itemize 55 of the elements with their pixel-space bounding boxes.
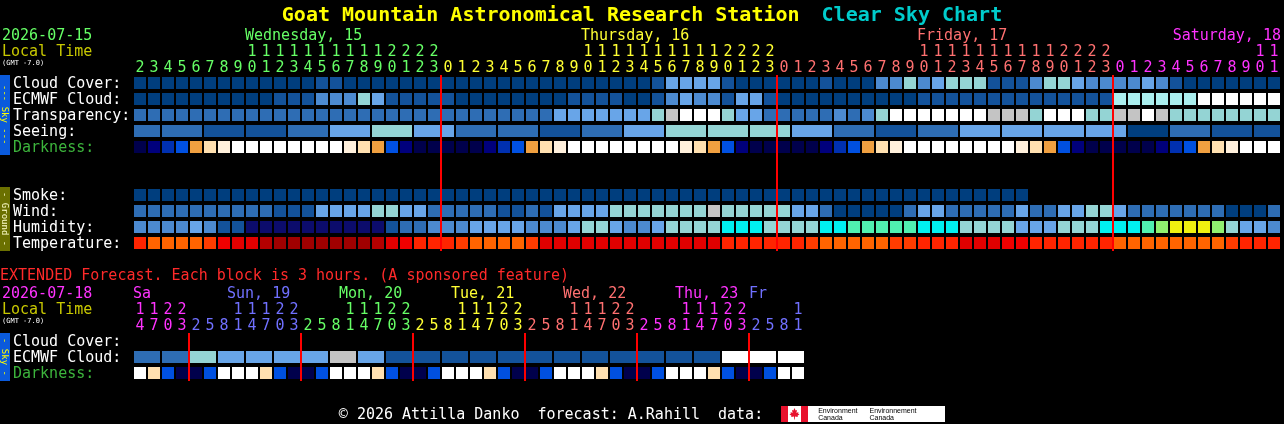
row-label: Transparency:: [13, 107, 132, 123]
hour-digits: 1 1: [1255, 43, 1277, 59]
hour-digits: 1 1 1 2 2: [345, 301, 409, 317]
chart-title: Clear Sky Chart: [821, 2, 1003, 26]
date-label: 2026-07-15: [2, 28, 93, 43]
day-label: Tue, 21: [451, 286, 515, 301]
extended-note: EXTENDED Forecast. Each block is 3 hours. (A sponsored feature): [0, 268, 569, 283]
hour-digits: 4 7 0 3: [135, 317, 185, 333]
hour-digits: 1 1 1 1 1 1 1 1 1 1 2 2 2 2: [583, 43, 773, 59]
row-label: Cloud Cover:: [13, 75, 123, 91]
credit-text: forecast: A.Rahill: [537, 406, 700, 422]
hour-digits: 0 1 2 3 4 5 6 7 8 9 0 1 2 3 4 5 6 7 8 9 0 1 2 3: [443, 59, 773, 75]
hour-digits: 2 3 4 5 6 7 8 9 0 1 2 3 4 5 6 7 8 9 0 1 2 3: [135, 59, 437, 75]
credit-text: data:: [718, 406, 764, 422]
row-label: Humidity:: [13, 219, 95, 235]
day-label: Fr: [749, 286, 768, 301]
hour-digits: 2 5 8 1 4 7 0 3: [191, 317, 297, 333]
day-label: Mon, 20: [339, 286, 403, 301]
day-label: Wed, 22: [563, 286, 627, 301]
hour-digits: 1 1 1 1 1 1 1 1 1 1 2 2 2 2: [919, 43, 1109, 59]
row-label: Seeing:: [13, 123, 77, 139]
hour-digits: 2 5 8 1 4 7 0 3: [303, 317, 409, 333]
hour-digits: 2 5 8 1 4 7 0 3: [639, 317, 745, 333]
row-label: Temperature:: [13, 235, 123, 251]
hour-digits: 2 5 8 1: [751, 317, 801, 333]
row-label: ECMWF Cloud:: [13, 349, 123, 365]
hour-digits: 1 1 1 2 2: [681, 301, 745, 317]
hour-digits: 0 1 2 3 4 5 6 7 8 9 0 1 2 3 4 5 6 7 8 9 0 1 2 3: [779, 59, 1109, 75]
row-label: Smoke:: [13, 187, 69, 203]
hour-digits: 2 5 8 1 4 7 0 3: [415, 317, 521, 333]
day-label: Friday, 17: [917, 28, 1008, 43]
row-label: ECMWF Cloud:: [13, 91, 123, 107]
credit-text: © 2026 Attilla Danko: [338, 406, 520, 422]
day-label: Thu, 23: [675, 286, 739, 301]
hour-digits: 1 1 1 2 2: [457, 301, 521, 317]
station-title: Goat Mountain Astronomical Research Station: [281, 2, 800, 26]
hour-digits: 1 1 2 2: [135, 301, 185, 317]
time-label: Local Time: [2, 301, 93, 317]
hour-digits: 0 1 2 3 4 5 6 7 8 9 0 1: [1115, 59, 1277, 75]
day-label: Thursday, 16: [581, 28, 690, 43]
row-label: Darkness:: [13, 139, 96, 155]
time-label: Local Time: [2, 43, 93, 59]
day-label: Sun, 19: [227, 286, 291, 301]
hour-digits: 1 1 1 2 2: [233, 301, 297, 317]
row-label: Cloud Cover:: [13, 333, 123, 349]
date-label: 2026-07-18: [2, 286, 93, 301]
hour-digits: 1: [793, 301, 801, 317]
hour-digits: 1 1 1 1 1 1 1 1 1 1 2 2 2 2: [247, 43, 437, 59]
hour-digits: 2 5 8 1 4 7 0 3: [527, 317, 633, 333]
row-label: Darkness:: [13, 365, 96, 381]
row-label: Wind:: [13, 203, 60, 219]
day-label: Wednesday, 15: [245, 28, 363, 43]
hour-digits: 1 1 1 2 2: [569, 301, 633, 317]
day-label: Sa: [133, 286, 152, 301]
day-label: Saturday, 18: [1172, 28, 1281, 43]
